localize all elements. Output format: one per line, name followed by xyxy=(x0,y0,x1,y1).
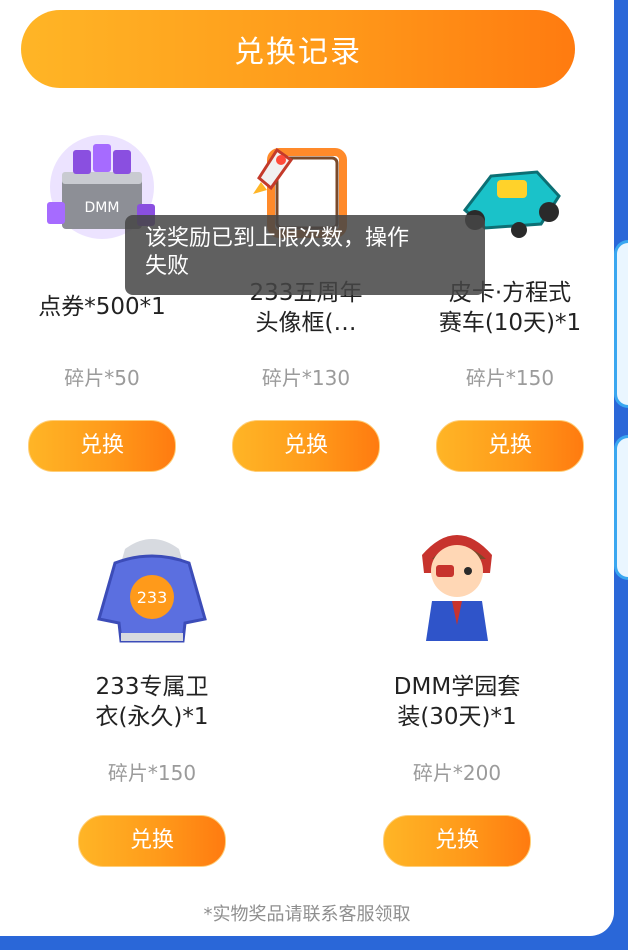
exchange-record-label: 兑换记录 xyxy=(234,35,362,70)
toast-message: 该奖励已到上限次数，操作 失败 xyxy=(125,215,485,295)
side-tab[interactable] xyxy=(614,240,628,408)
item-cost: 碎片*130 xyxy=(261,366,351,390)
svg-text:233: 233 xyxy=(137,588,168,607)
svg-text:DMM: DMM xyxy=(85,200,120,216)
exchange-button[interactable]: 兑换 xyxy=(78,815,226,867)
toast-line: 失败 xyxy=(145,254,190,279)
item-name: 点券*500*1 xyxy=(38,294,166,320)
side-tab[interactable] xyxy=(614,435,628,580)
exchange-button[interactable]: 兑换 xyxy=(383,815,531,867)
reward-item: DMM 点券*500*1 碎片*50 兑换 xyxy=(0,120,204,480)
item-cost: 碎片*200 xyxy=(412,761,502,785)
reward-item: 233五周年 头像框(… 碎片*130 兑换 xyxy=(204,120,408,480)
reward-item: 233 233专属卫 衣(永久)*1 碎片*150 兑换 xyxy=(50,515,254,875)
exchange-button[interactable]: 兑换 xyxy=(232,420,380,472)
item-cost: 碎片*150 xyxy=(465,366,555,390)
exchange-button[interactable]: 兑换 xyxy=(28,420,176,472)
reward-panel: 兑换记录 DMM 点券*500*1 碎片*50 兑换 头像框(… 碎片*130 … xyxy=(0,0,614,936)
toast-line: 该奖励已到上限次数，操作 xyxy=(145,226,410,251)
reward-item: DMM学园套 装(30天)*1 碎片*200 兑换 xyxy=(355,515,559,875)
footnote: *实物奖品请联系客服领取 xyxy=(203,904,411,925)
item-name: 233专属卫 衣(永久)*1 xyxy=(95,674,209,730)
reward-item: 皮卡·方程式 赛车(10天)*1 碎片*150 兑换 xyxy=(408,120,612,480)
exchange-button[interactable]: 兑换 xyxy=(436,420,584,472)
item-cost: 碎片*150 xyxy=(107,761,197,785)
character-outfit-icon xyxy=(422,535,492,641)
hoodie-icon: 233 xyxy=(97,539,207,643)
exchange-record-button[interactable]: 兑换记录 xyxy=(21,10,575,88)
item-name: DMM学园套 装(30天)*1 xyxy=(393,674,521,730)
item-cost: 碎片*50 xyxy=(64,366,140,390)
